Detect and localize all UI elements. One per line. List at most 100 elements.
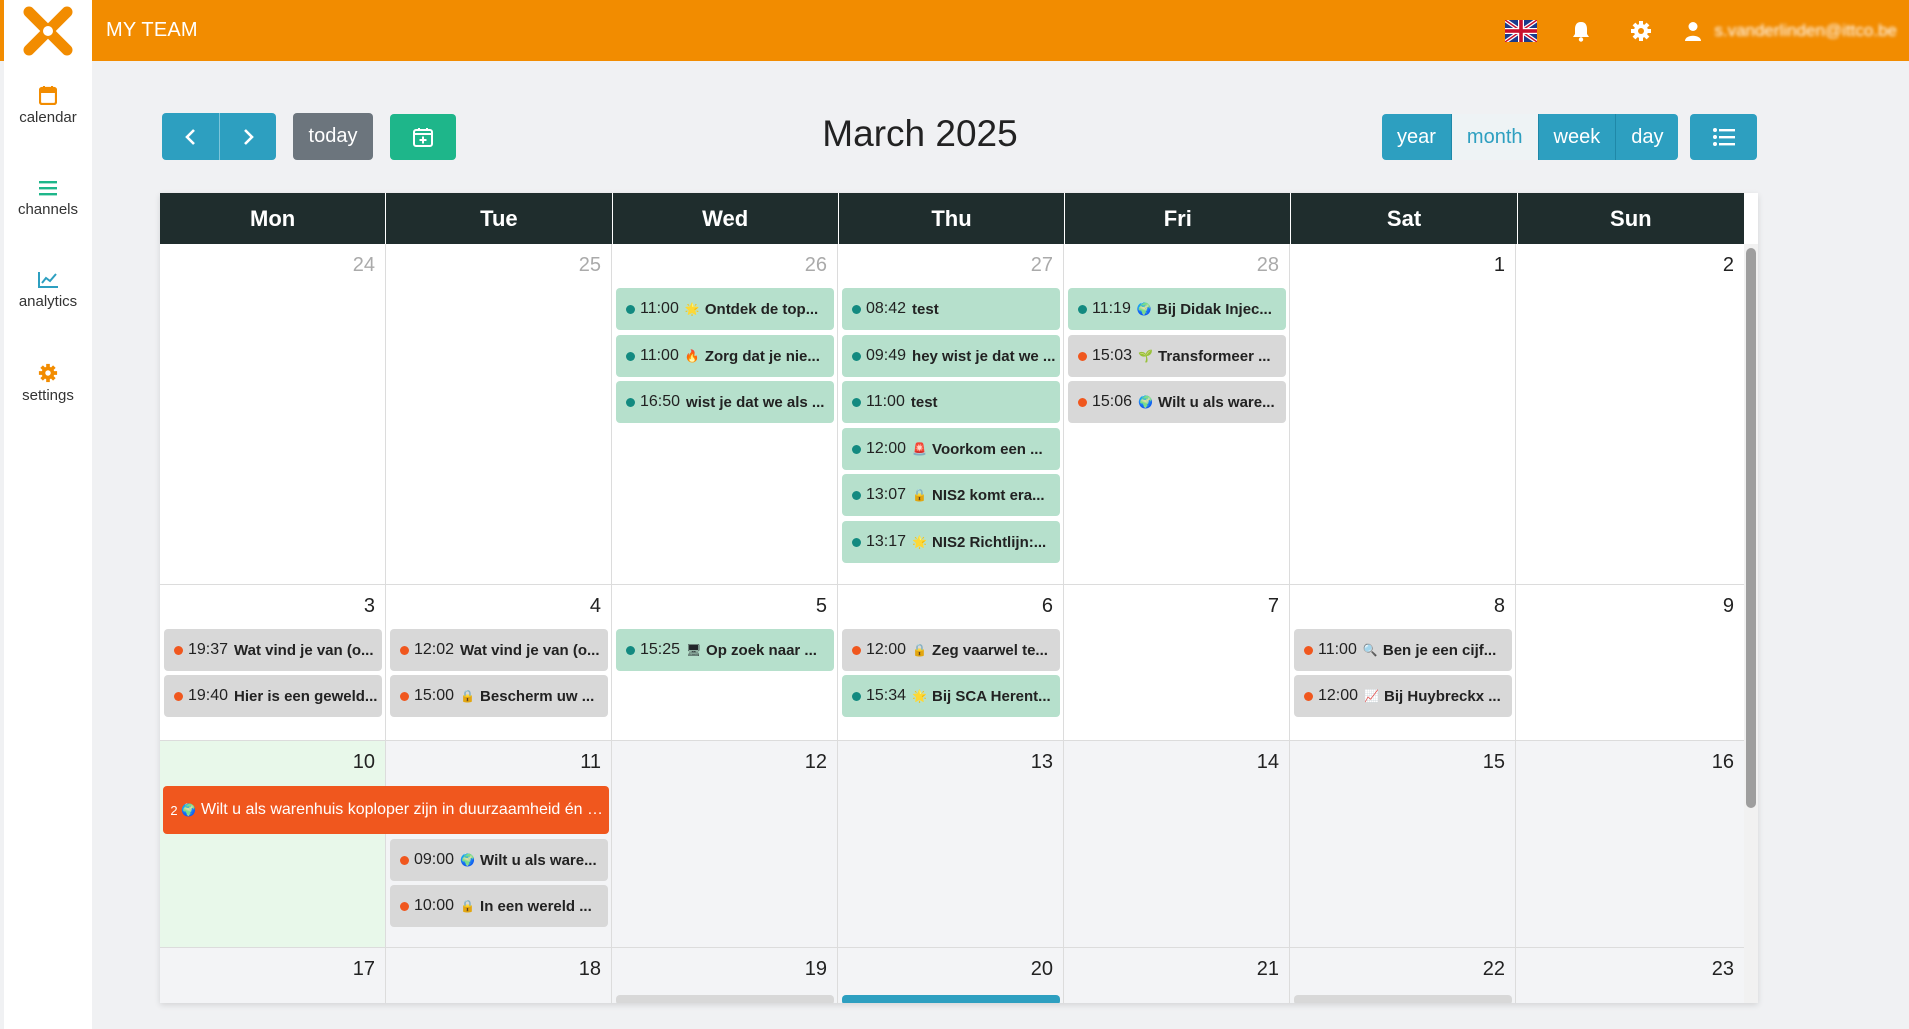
day-cell[interactable]: 7 [1064, 585, 1290, 740]
day-cell[interactable]: 17 [160, 948, 386, 1003]
weekday-label: Sat [1291, 193, 1518, 244]
day-cell[interactable]: 13 [838, 741, 1064, 947]
sidebar-item-analytics[interactable]: analytics [4, 271, 92, 310]
calendar-event[interactable]: 15:06 🌍 Wilt u als ware... [1068, 381, 1286, 423]
sidebar-item-settings[interactable]: settings [4, 363, 92, 404]
day-cell[interactable]: 12 [612, 741, 838, 947]
calendar-icon [39, 86, 57, 105]
day-number: 11 [580, 751, 601, 773]
calendar-event[interactable]: 12:02 Wat vind je van (o... [390, 629, 608, 671]
day-number: 4 [589, 595, 601, 617]
calendar-event[interactable]: 11:00 🌟 Ontdek de top... [616, 288, 834, 330]
day-number: 7 [1267, 595, 1279, 617]
day-number: 16 [1711, 751, 1734, 773]
calendar-event[interactable]: 16:50 wist je dat we als ... [616, 381, 834, 423]
day-number: 8 [1493, 595, 1505, 617]
logo[interactable] [4, 0, 92, 61]
calendar-event[interactable]: 19:40 Hier is een geweld... [164, 675, 382, 717]
user-icon[interactable] [1682, 16, 1704, 46]
view-year-button[interactable]: year [1382, 114, 1451, 160]
weekday-label: Fri [1065, 193, 1292, 244]
logo-icon [23, 6, 73, 55]
day-cell[interactable]: 21 [1064, 948, 1290, 1003]
day-number: 2 [1722, 254, 1734, 276]
day-number: 23 [1711, 958, 1734, 980]
day-number: 9 [1722, 595, 1734, 617]
sidebar-item-channels[interactable]: channels [4, 179, 92, 218]
calendar-event[interactable]: 13:07 🔒 NIS2 komt era... [842, 474, 1060, 516]
calendar-event[interactable]: 15:34 🌟 Bij SCA Herent... [842, 675, 1060, 717]
calendar-event[interactable] [1294, 995, 1512, 1003]
calendar-event[interactable]: 13:17 🌟 NIS2 Richtlijn:... [842, 521, 1060, 563]
day-cell[interactable]: 25 [386, 244, 612, 584]
list-icon [1712, 128, 1735, 146]
day-cell-today[interactable]: 10 [160, 741, 386, 947]
view-week-button[interactable]: week [1537, 114, 1616, 160]
calendar-event[interactable]: 08:42 test [842, 288, 1060, 330]
multi-day-event[interactable]: 2 🌍 Wilt u als warenhuis koploper zijn i… [163, 786, 609, 834]
day-number: 18 [578, 958, 601, 980]
sidebar-item-label: analytics [18, 293, 78, 310]
day-number: 20 [1030, 958, 1053, 980]
language-flag-icon[interactable] [1502, 16, 1540, 46]
view-switcher: year month week day [1382, 114, 1679, 160]
month-calendar: Mon Tue Wed Thu Fri Sat Sun 24 25 26 27 … [160, 193, 1758, 1003]
view-month-button[interactable]: month [1450, 114, 1538, 160]
calendar-event[interactable]: 15:03 🌱 Transformeer ... [1068, 335, 1286, 377]
scrollbar-thumb[interactable] [1746, 248, 1756, 808]
gear-icon[interactable] [1622, 16, 1660, 46]
day-number: 14 [1256, 751, 1279, 773]
calendar-event[interactable]: 11:19 🌍 Bij Didak Injec... [1068, 288, 1286, 330]
day-number: 15 [1482, 751, 1505, 773]
calendar-event[interactable]: 11:00 🔍 Ben je een cijf... [1294, 629, 1512, 671]
weekday-label: Wed [613, 193, 839, 244]
day-cell[interactable]: 2 [1516, 244, 1744, 584]
gear-icon [38, 363, 58, 383]
chart-line-icon [38, 272, 58, 288]
calendar-event[interactable] [616, 995, 834, 1003]
weekday-label: Thu [839, 193, 1066, 244]
day-number: 17 [352, 958, 375, 980]
day-number: 6 [1041, 595, 1053, 617]
bell-icon[interactable] [1562, 16, 1600, 46]
day-cell[interactable]: 14 [1064, 741, 1290, 947]
day-cell[interactable]: 9 [1516, 585, 1744, 740]
day-cell[interactable]: 1 [1290, 244, 1516, 584]
day-number: 1 [1493, 254, 1505, 276]
calendar-event[interactable]: 15:00 🔒 Bescherm uw ... [390, 675, 608, 717]
day-number: 12 [804, 751, 827, 773]
list-view-button[interactable] [1690, 114, 1757, 160]
weekday-header: Mon Tue Wed Thu Fri Sat Sun [160, 193, 1744, 244]
calendar-event[interactable]: 15:25 🖥 Op zoek naar ... [616, 629, 834, 671]
day-cell[interactable]: 18 [386, 948, 612, 1003]
calendar-event[interactable]: 09:00 🌍 Wilt u als ware... [390, 839, 608, 881]
weekday-label: Mon [160, 193, 387, 244]
calendar-event[interactable] [842, 995, 1060, 1003]
top-bar: MY TEAM s.vanderlinden@ittco.be [0, 0, 1909, 61]
calendar-event[interactable]: 09:49 hey wist je dat we ... [842, 335, 1060, 377]
day-number: 28 [1256, 254, 1279, 276]
user-email[interactable]: s.vanderlinden@ittco.be [1714, 21, 1897, 41]
calendar-event[interactable]: 11:00 🔥 Zorg dat je nie... [616, 335, 834, 377]
sidebar-item-label: settings [22, 387, 74, 404]
menu-icon [39, 181, 57, 196]
day-number: 3 [363, 595, 375, 617]
calendar-event[interactable]: 11:00 test [842, 381, 1060, 423]
day-cell[interactable]: 16 [1516, 741, 1744, 947]
calendar-event[interactable]: 19:37 Wat vind je van (o... [164, 629, 382, 671]
day-cell[interactable]: 23 [1516, 948, 1744, 1003]
view-day-button[interactable]: day [1615, 114, 1679, 160]
calendar-event[interactable]: 12:00 📈 Bij Huybreckx ... [1294, 675, 1512, 717]
day-cell[interactable]: 24 [160, 244, 386, 584]
calendar-event[interactable]: 12:00 🔒 Zeg vaarwel te... [842, 629, 1060, 671]
calendar-event[interactable]: 10:00 🔒 In een wereld ... [390, 885, 608, 927]
calendar-event[interactable]: 12:00 🚨 Voorkom een ... [842, 428, 1060, 470]
scrollbar[interactable] [1744, 244, 1758, 1003]
app-title: MY TEAM [106, 19, 198, 41]
day-number: 13 [1030, 751, 1053, 773]
day-cell[interactable]: 15 [1290, 741, 1516, 947]
day-number: 10 [352, 751, 375, 773]
day-number: 22 [1482, 958, 1505, 980]
day-number: 21 [1256, 958, 1279, 980]
weekday-label: Tue [386, 193, 613, 244]
